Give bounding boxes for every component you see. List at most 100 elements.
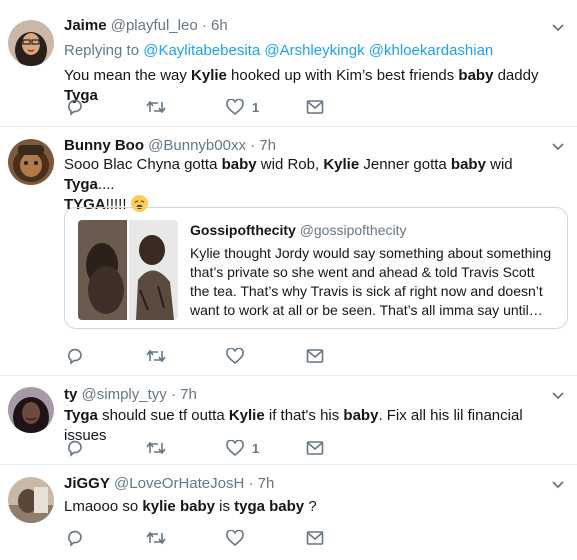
- display-name[interactable]: Bunny Boo: [64, 137, 144, 154]
- reply-icon: [68, 99, 82, 116]
- tweet-header: Jaime @playful_leo · 6h: [64, 17, 228, 34]
- message-button[interactable]: [306, 528, 324, 548]
- tweet-text: Sooo Blac Chyna gotta baby wid Rob, Kyli…: [64, 155, 564, 215]
- tweet-header: ty @simply_tyy · 7h: [64, 386, 197, 403]
- timestamp[interactable]: 7h: [258, 475, 275, 492]
- separator: ·: [250, 137, 256, 154]
- display-name[interactable]: Jaime: [64, 17, 107, 34]
- user-handle[interactable]: @LoveOrHateJosH: [114, 475, 244, 492]
- avatar[interactable]: [8, 477, 54, 523]
- reply-icon: [68, 530, 82, 547]
- retweet-icon: [146, 100, 166, 114]
- tweet-header: JiGGY @LoveOrHateJosH · 7h: [64, 475, 274, 492]
- text-segment: Jenner gotta: [359, 156, 451, 173]
- avatar[interactable]: [8, 387, 54, 433]
- user-handle[interactable]: @Bunnyb00xx: [148, 137, 246, 154]
- separator: ·: [248, 475, 254, 492]
- mention-link[interactable]: @Arshleykingk: [264, 42, 364, 59]
- text-segment: You mean the way: [64, 67, 192, 84]
- retweet-button[interactable]: [146, 97, 166, 117]
- timestamp[interactable]: 7h: [259, 137, 276, 154]
- user-handle[interactable]: @simply_tyy: [82, 386, 167, 403]
- like-count: 1: [252, 99, 260, 115]
- highlighted-keyword: baby: [221, 156, 257, 173]
- heart-icon: [226, 347, 244, 364]
- direct-message-icon: [306, 531, 324, 545]
- display-name[interactable]: ty: [64, 386, 77, 403]
- tweet-text: Lmaooo so kylie baby is tyga baby ?: [64, 497, 564, 517]
- like-count: 1: [252, 440, 260, 456]
- user-handle[interactable]: @playful_leo: [111, 17, 198, 34]
- retweet-icon: [146, 349, 166, 363]
- retweet-icon: [146, 441, 166, 455]
- message-button[interactable]: [306, 346, 324, 366]
- text-segment: ?: [304, 498, 317, 515]
- avatar[interactable]: [8, 20, 54, 66]
- like-button[interactable]: 1: [226, 97, 259, 117]
- text-segment: Lmaooo so: [64, 498, 143, 515]
- timestamp[interactable]: 6h: [211, 17, 228, 34]
- retweet-icon: [146, 531, 166, 545]
- reply-button[interactable]: [66, 346, 84, 366]
- tweet[interactable]: ty @simply_tyy · 7h Tyga should sue tf o…: [0, 376, 577, 465]
- tweet-actions: 1: [66, 97, 366, 117]
- text-segment: if that's his: [264, 407, 344, 424]
- like-button[interactable]: [226, 346, 244, 366]
- tweet[interactable]: JiGGY @LoveOrHateJosH · 7h Lmaooo so kyl…: [0, 465, 577, 560]
- highlighted-keyword: baby: [343, 407, 379, 424]
- chevron-down-icon[interactable]: [551, 391, 565, 401]
- text-segment: hooked up with Kim’s best friends: [226, 67, 459, 84]
- text-segment: wid Rob,: [256, 156, 324, 173]
- highlighted-keyword: Tyga: [64, 407, 98, 424]
- text-segment: Sooo Blac Chyna gotta: [64, 156, 222, 173]
- quoted-tweet-image[interactable]: [78, 220, 178, 320]
- retweet-button[interactable]: [146, 346, 166, 366]
- replying-to-label: Replying to: [64, 42, 140, 59]
- tweet-header: Bunny Boo @Bunnyb00xx · 7h: [64, 137, 276, 154]
- tweet-text-line: Sooo Blac Chyna gotta baby wid Rob, Kyli…: [64, 155, 564, 195]
- quoted-tweet-header: Gossipofthecity @gossipofthecity: [190, 222, 407, 238]
- message-button[interactable]: [306, 97, 324, 117]
- replying-to: Replying to @Kaylitabebesita @Arshleykin…: [64, 42, 493, 59]
- timeline: Jaime @playful_leo · 6h Replying to @Kay…: [0, 0, 577, 560]
- like-button[interactable]: 1: [226, 438, 259, 458]
- text-segment: wid: [485, 156, 513, 173]
- highlighted-keyword: tyga: [234, 498, 265, 515]
- chevron-down-icon[interactable]: [551, 142, 565, 152]
- quoted-tweet[interactable]: Gossipofthecity @gossipofthecity Kylie t…: [64, 207, 568, 329]
- separator: ·: [201, 17, 207, 34]
- highlighted-keyword: baby: [269, 498, 305, 515]
- text-segment: ....: [97, 176, 115, 193]
- chevron-down-icon[interactable]: [551, 480, 565, 490]
- reply-button[interactable]: [66, 528, 84, 548]
- heart-icon: [226, 529, 244, 546]
- text-segment: should sue tf outta: [97, 407, 229, 424]
- chevron-down-icon[interactable]: [551, 23, 565, 33]
- reply-button[interactable]: [66, 438, 84, 458]
- display-name[interactable]: JiGGY: [64, 475, 110, 492]
- text-segment: is: [214, 498, 235, 515]
- heart-icon: [226, 98, 244, 115]
- quoted-user-handle: @gossipofthecity: [299, 222, 407, 238]
- reply-icon: [68, 440, 82, 457]
- message-button[interactable]: [306, 438, 324, 458]
- tweet-actions: 1: [66, 438, 366, 458]
- reply-button[interactable]: [66, 97, 84, 117]
- retweet-button[interactable]: [146, 528, 166, 548]
- quoted-tweet-text: Kylie thought Jordy would say something …: [190, 245, 552, 318]
- tweet-actions: [66, 346, 366, 366]
- direct-message-icon: [306, 349, 324, 363]
- reply-icon: [68, 348, 82, 365]
- mention-link[interactable]: @Kaylitabebesita: [143, 42, 260, 59]
- direct-message-icon: [306, 441, 324, 455]
- retweet-button[interactable]: [146, 438, 166, 458]
- avatar[interactable]: [8, 139, 54, 185]
- tweet[interactable]: Bunny Boo @Bunnyb00xx · 7h Sooo Blac Chy…: [0, 127, 577, 376]
- separator: ·: [170, 386, 176, 403]
- highlighted-keyword: Kylie: [191, 67, 227, 84]
- timestamp[interactable]: 7h: [180, 386, 197, 403]
- highlighted-keyword: baby: [458, 67, 494, 84]
- like-button[interactable]: [226, 528, 244, 548]
- tweet[interactable]: Jaime @playful_leo · 6h Replying to @Kay…: [0, 0, 577, 127]
- mention-link[interactable]: @khloekardashian: [369, 42, 493, 59]
